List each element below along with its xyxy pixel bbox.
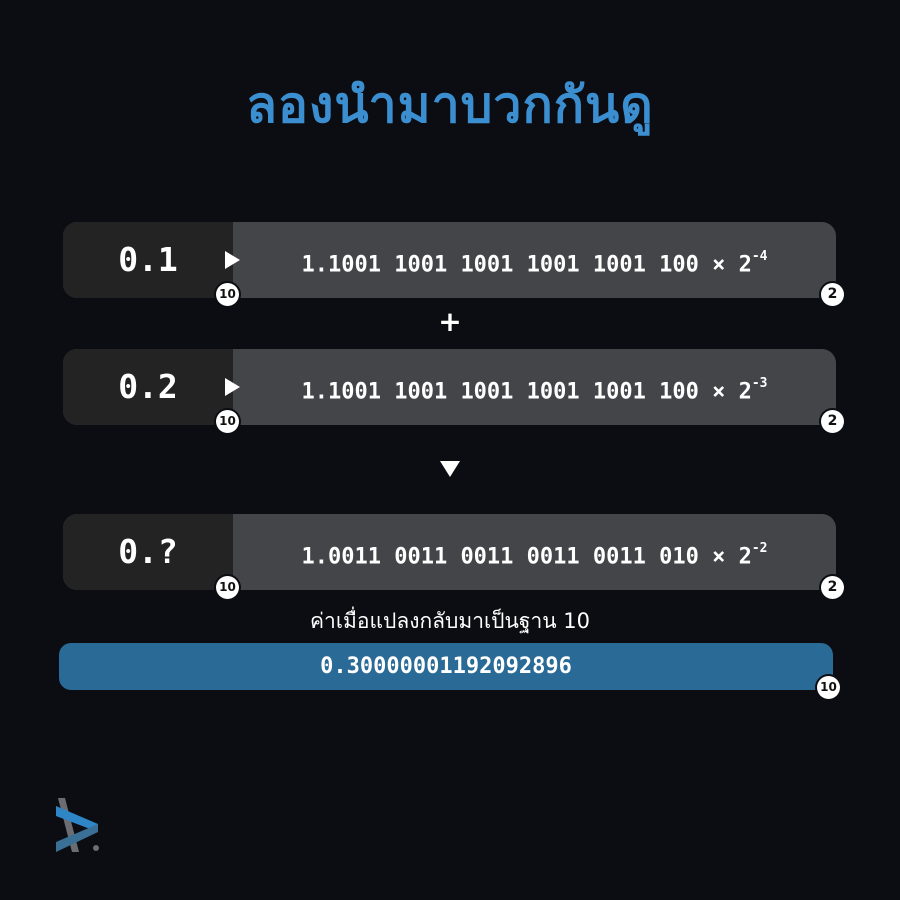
binary-mantissa: 1.1001 1001 1001 1001 1001 100 × 2 <box>301 252 752 278</box>
binary-mantissa: 1.0011 0011 0011 0011 0011 010 × 2 <box>301 544 752 570</box>
binary-mantissa: 1.1001 1001 1001 1001 1001 100 × 2 <box>301 379 752 405</box>
decimal-value: 0.? <box>118 532 178 571</box>
plus-operator: + <box>438 305 462 338</box>
binary-value: 1.0011 0011 0011 0011 0011 010 × 2-2 <box>233 514 836 590</box>
brand-logo-icon <box>56 798 99 852</box>
decimal-value: 0.1 <box>118 240 178 279</box>
binary-row-2: 0.2 1.1001 1001 1001 1001 1001 100 × 2-3 <box>63 349 836 425</box>
conversion-caption: ค่าเมื่อแปลงกลับมาเป็นฐาน 10 <box>309 609 590 633</box>
base-10-badge: 10 <box>216 576 239 599</box>
binary-row-sum: 0.? 1.0011 0011 0011 0011 0011 010 × 2-2 <box>63 514 836 590</box>
result-bar: 0.30000001192092896 <box>59 643 833 690</box>
binary-exponent: -2 <box>751 541 768 556</box>
binary-row-1: 0.1 1.1001 1001 1001 1001 1001 100 × 2-4 <box>63 222 836 298</box>
base-2-badge: 2 <box>821 410 844 433</box>
base-2-badge: 2 <box>821 576 844 599</box>
base-2-badge: 2 <box>821 283 844 306</box>
binary-exponent: -3 <box>751 376 768 391</box>
binary-value: 1.1001 1001 1001 1001 1001 100 × 2-3 <box>233 349 836 425</box>
decimal-value: 0.2 <box>118 367 178 406</box>
base-10-badge: 10 <box>216 283 239 306</box>
binary-exponent: -4 <box>751 249 768 264</box>
base-10-badge: 10 <box>216 410 239 433</box>
down-arrow-icon <box>440 461 460 477</box>
page-title: ลองนำมาบวกกันดู <box>246 76 654 134</box>
binary-value: 1.1001 1001 1001 1001 1001 100 × 2-4 <box>233 222 836 298</box>
base-10-badge: 10 <box>817 676 840 699</box>
